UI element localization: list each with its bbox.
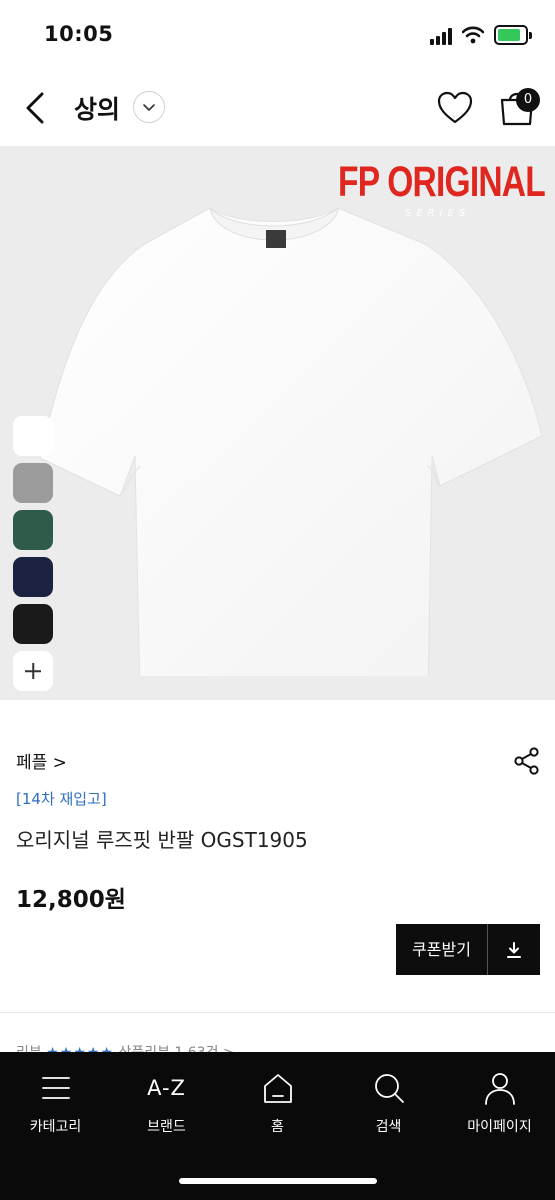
heart-icon[interactable] — [436, 90, 474, 126]
status-bar: 10:05 — [0, 0, 555, 70]
back-arrow-icon[interactable] — [20, 88, 50, 128]
nav-home[interactable]: 홈 — [222, 1070, 333, 1140]
brand-link[interactable]: 페플 > — [16, 748, 67, 773]
swatch-white[interactable] — [13, 416, 53, 456]
nav-category[interactable]: 카테고리 — [0, 1070, 111, 1140]
chevron-down-icon — [143, 104, 155, 111]
nav-label: 마이페이지 — [467, 1119, 532, 1135]
wifi-icon — [462, 26, 484, 44]
swatch-green[interactable] — [13, 510, 53, 550]
nav-label: 카테고리 — [29, 1119, 82, 1135]
search-icon — [374, 1074, 404, 1103]
share-icon[interactable] — [512, 746, 542, 776]
cellular-signal-icon — [430, 27, 456, 45]
status-time: 10:05 — [44, 22, 114, 46]
product-price: 12,800원 — [16, 887, 126, 913]
more-colors-plus-icon[interactable] — [13, 651, 53, 691]
nav-label: 홈 — [271, 1119, 284, 1135]
top-header: 상의 0 — [0, 70, 555, 146]
nav-label: 검색 — [375, 1119, 402, 1135]
swatch-black[interactable] — [13, 604, 53, 644]
menu-icon — [41, 1077, 70, 1099]
restock-tag: [14차 재입고] — [16, 790, 107, 808]
az-icon: A-Z — [147, 1076, 186, 1100]
battery-icon — [494, 25, 532, 45]
nav-mypage[interactable]: 마이페이지 — [444, 1070, 555, 1140]
color-swatches — [13, 416, 53, 698]
brand-logo: FP ORIGINAL — [338, 158, 546, 206]
product-name: 오리지널 루즈핏 반팔 OGST1905 — [16, 828, 308, 852]
person-icon — [484, 1073, 515, 1105]
nav-brand[interactable]: A-Z 브랜드 — [111, 1070, 222, 1140]
nav-label: 브랜드 — [147, 1119, 186, 1135]
page-title: 상의 — [74, 95, 121, 124]
brand-logo-subtitle: SERIES — [405, 208, 471, 219]
swatch-navy[interactable] — [13, 557, 53, 597]
download-icon — [488, 924, 540, 975]
section-divider — [0, 1012, 555, 1013]
cart-count-badge: 0 — [516, 88, 540, 112]
coupon-button[interactable]: 쿠폰받기 — [396, 924, 540, 975]
home-indicator — [179, 1178, 377, 1184]
home-icon — [263, 1074, 292, 1103]
coupon-button-label: 쿠폰받기 — [396, 924, 488, 975]
product-image[interactable]: FP ORIGINAL SERIES — [0, 146, 555, 700]
swatch-gray[interactable] — [13, 463, 53, 503]
category-dropdown-button[interactable] — [133, 91, 165, 123]
nav-search[interactable]: 검색 — [333, 1070, 444, 1140]
tshirt-image — [39, 206, 543, 676]
